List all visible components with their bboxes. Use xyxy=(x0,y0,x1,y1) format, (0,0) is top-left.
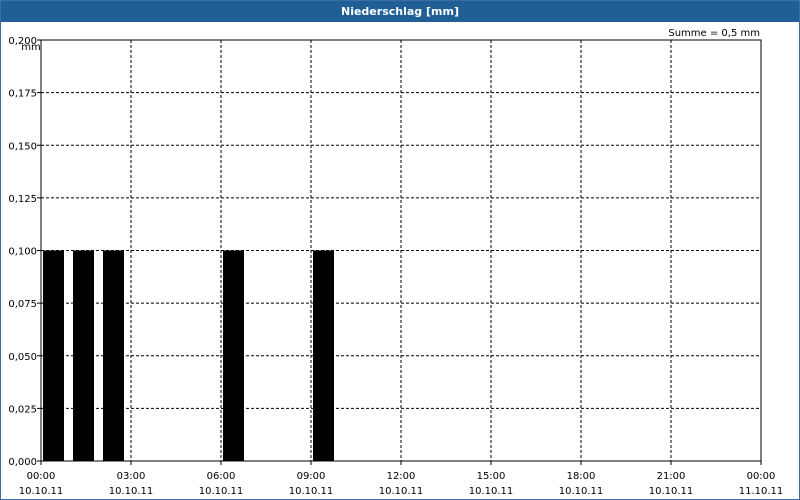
x-tick-date-label: 10.10.11 xyxy=(649,486,694,497)
y-tick-label: 0,125 xyxy=(8,194,37,205)
x-tick-time-label: 18:00 xyxy=(567,471,596,482)
y-tick-label: 0,150 xyxy=(8,141,37,152)
precipitation-bar xyxy=(313,250,334,461)
x-tick-date-label: 11.10.11 xyxy=(739,486,784,497)
x-tick-date-label: 10.10.11 xyxy=(289,486,334,497)
y-tick-label: 0,025 xyxy=(8,404,37,415)
y-tick-label: 0,075 xyxy=(8,299,37,310)
y-tick-label: 0,000 xyxy=(8,457,37,468)
y-tick-label: 0,100 xyxy=(8,247,37,258)
sum-label: Summe = 0,5 mm xyxy=(668,28,760,39)
x-tick-time-label: 12:00 xyxy=(387,471,416,482)
precipitation-bar xyxy=(43,250,64,461)
x-tick-date-label: 10.10.11 xyxy=(379,486,424,497)
x-tick-date-label: 10.10.11 xyxy=(469,486,514,497)
precipitation-chart: 0,000 0,025 0,050 0,075 0,100 0,125 0,150 0,175… xyxy=(8,28,783,497)
x-tick-time-label: 15:00 xyxy=(477,471,506,482)
precipitation-bar xyxy=(103,250,124,461)
x-tick-date-label: 10.10.11 xyxy=(19,486,64,497)
x-tick-date-label: 10.10.11 xyxy=(199,486,244,497)
x-tick-time-label: 06:00 xyxy=(207,471,236,482)
y-tick-label: 0,050 xyxy=(8,352,37,363)
x-tick-time-label: 03:00 xyxy=(117,471,146,482)
x-tick-time-label: 09:00 xyxy=(297,471,326,482)
x-tick-date-label: 10.10.11 xyxy=(559,486,604,497)
y-axis-label: mm xyxy=(21,42,40,53)
precipitation-bar xyxy=(73,250,94,461)
x-tick-time-label: 21:00 xyxy=(657,471,686,482)
x-tick-date-label: 10.10.11 xyxy=(109,486,154,497)
axis-ticks: 0,000 0,025 0,050 0,075 0,100 0,125 0,150 0,175… xyxy=(8,36,783,497)
grid-lines xyxy=(41,40,761,461)
precipitation-bar xyxy=(223,250,244,461)
y-tick-label: 0,175 xyxy=(8,89,37,100)
x-tick-time-label: 00:00 xyxy=(747,471,776,482)
x-tick-time-label: 00:00 xyxy=(27,471,56,482)
